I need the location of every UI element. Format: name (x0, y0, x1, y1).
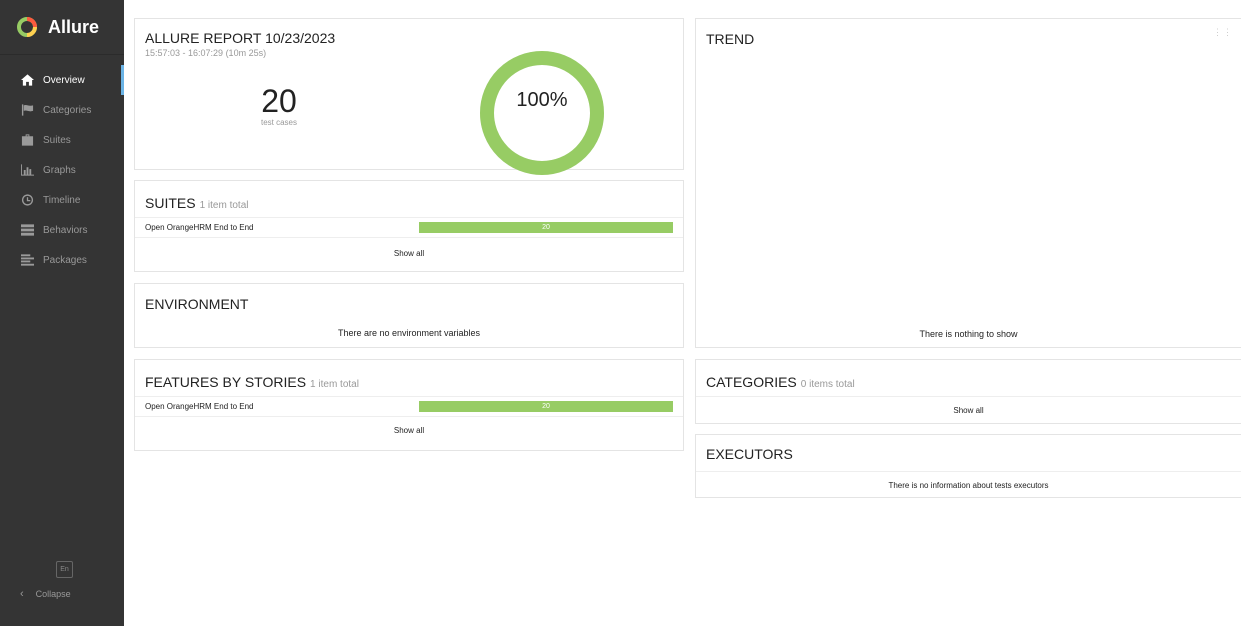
pass-rate-percent: 100% (516, 89, 568, 111)
suites-widget: SUITES 1 item total Open OrangeHRM End to… (134, 180, 684, 272)
list-icon (20, 224, 34, 236)
sidebar-item-graphs[interactable]: Graphs (0, 155, 124, 185)
features-header: FEATURES BY STORIES 1 item total (135, 360, 683, 397)
drag-handle-icon[interactable]: ⋮⋮ (1213, 27, 1233, 38)
report-title: ALLURE REPORT 10/23/2023 (145, 30, 336, 46)
sidebar: Allure Overview Categories Suites Graphs… (0, 0, 124, 626)
sidebar-item-categories[interactable]: Categories (0, 95, 124, 125)
categories-widget: CATEGORIES 0 items total Show all (695, 359, 1241, 424)
sidebar-item-label: Behaviors (43, 224, 88, 236)
executors-widget: EXECUTORS There is no information about … (695, 434, 1241, 498)
features-widget: FEATURES BY STORIES 1 item total Open Ora… (134, 359, 684, 451)
brand-name: Allure (48, 16, 100, 37)
suites-header: SUITES 1 item total (135, 181, 683, 218)
allure-logo-icon (17, 17, 37, 37)
pass-rate-donut[interactable] (478, 49, 606, 177)
sidebar-item-suites[interactable]: Suites (0, 125, 124, 155)
sidebar-item-timeline[interactable]: Timeline (0, 185, 124, 215)
chevron-left-icon: ‹ (20, 588, 24, 600)
feature-status-bar: 20 (419, 401, 673, 412)
executors-message: There is no information about tests exec… (888, 481, 1049, 490)
clock-icon (20, 194, 34, 206)
sidebar-item-label: Overview (43, 74, 85, 86)
test-case-count: 20 test cases (235, 83, 323, 127)
suites-title: SUITES (145, 195, 196, 211)
environment-title: ENVIRONMENT (145, 296, 249, 312)
test-case-count-label: test cases (260, 118, 297, 127)
categories-title: CATEGORIES (706, 374, 797, 390)
sidebar-item-label: Suites (43, 134, 71, 146)
features-title: FEATURES BY STORIES (145, 374, 307, 390)
suite-name: Open OrangeHRM End to End (145, 223, 254, 232)
suite-status-bar: 20 (419, 222, 673, 233)
trend-message: There is nothing to show (919, 329, 1018, 339)
environment-widget: ENVIRONMENT There are no environment var… (134, 283, 684, 348)
suites-subtitle: 1 item total (199, 200, 249, 211)
table-row[interactable]: Open OrangeHRM End to End 20 (135, 218, 683, 238)
briefcase-icon (20, 134, 34, 146)
categories-header: CATEGORIES 0 items total (696, 360, 1241, 397)
suites-show-all-link[interactable]: Show all (135, 238, 683, 268)
sidebar-item-label: Packages (43, 254, 87, 266)
trend-widget: TREND ⋮⋮ There is nothing to show (695, 18, 1241, 348)
executors-title: EXECUTORS (706, 446, 793, 462)
table-row[interactable]: Open OrangeHRM End to End 20 (135, 397, 683, 417)
bar-chart-icon (20, 164, 34, 176)
categories-subtitle: 0 items total (800, 379, 855, 390)
feature-name: Open OrangeHRM End to End (145, 402, 254, 411)
collapse-label: Collapse (35, 589, 71, 599)
features-show-all-link[interactable]: Show all (135, 417, 683, 443)
sidebar-nav: Overview Categories Suites Graphs Timeli… (0, 65, 124, 275)
align-left-icon (20, 254, 34, 266)
collapse-button[interactable]: ‹ Collapse (20, 588, 71, 600)
sidebar-item-overview[interactable]: Overview (0, 65, 124, 95)
sidebar-item-label: Graphs (43, 164, 76, 176)
sidebar-item-label: Categories (43, 104, 92, 116)
home-icon (20, 74, 34, 86)
sidebar-item-behaviors[interactable]: Behaviors (0, 215, 124, 245)
features-subtitle: 1 item total (310, 379, 359, 390)
flag-icon (20, 104, 34, 116)
sidebar-item-packages[interactable]: Packages (0, 245, 124, 275)
donut-passed-arc[interactable] (480, 51, 604, 175)
brand[interactable]: Allure (0, 0, 124, 55)
categories-show-all-link[interactable]: Show all (696, 397, 1241, 423)
sidebar-item-label: Timeline (43, 194, 81, 206)
environment-message: There are no environment variables (337, 328, 481, 338)
test-case-count-value: 20 (261, 83, 297, 119)
trend-title: TREND (706, 31, 755, 47)
language-selector[interactable]: En (56, 561, 73, 578)
summary-widget: ALLURE REPORT 10/23/2023 15:57:03 - 16:0… (134, 18, 684, 175)
